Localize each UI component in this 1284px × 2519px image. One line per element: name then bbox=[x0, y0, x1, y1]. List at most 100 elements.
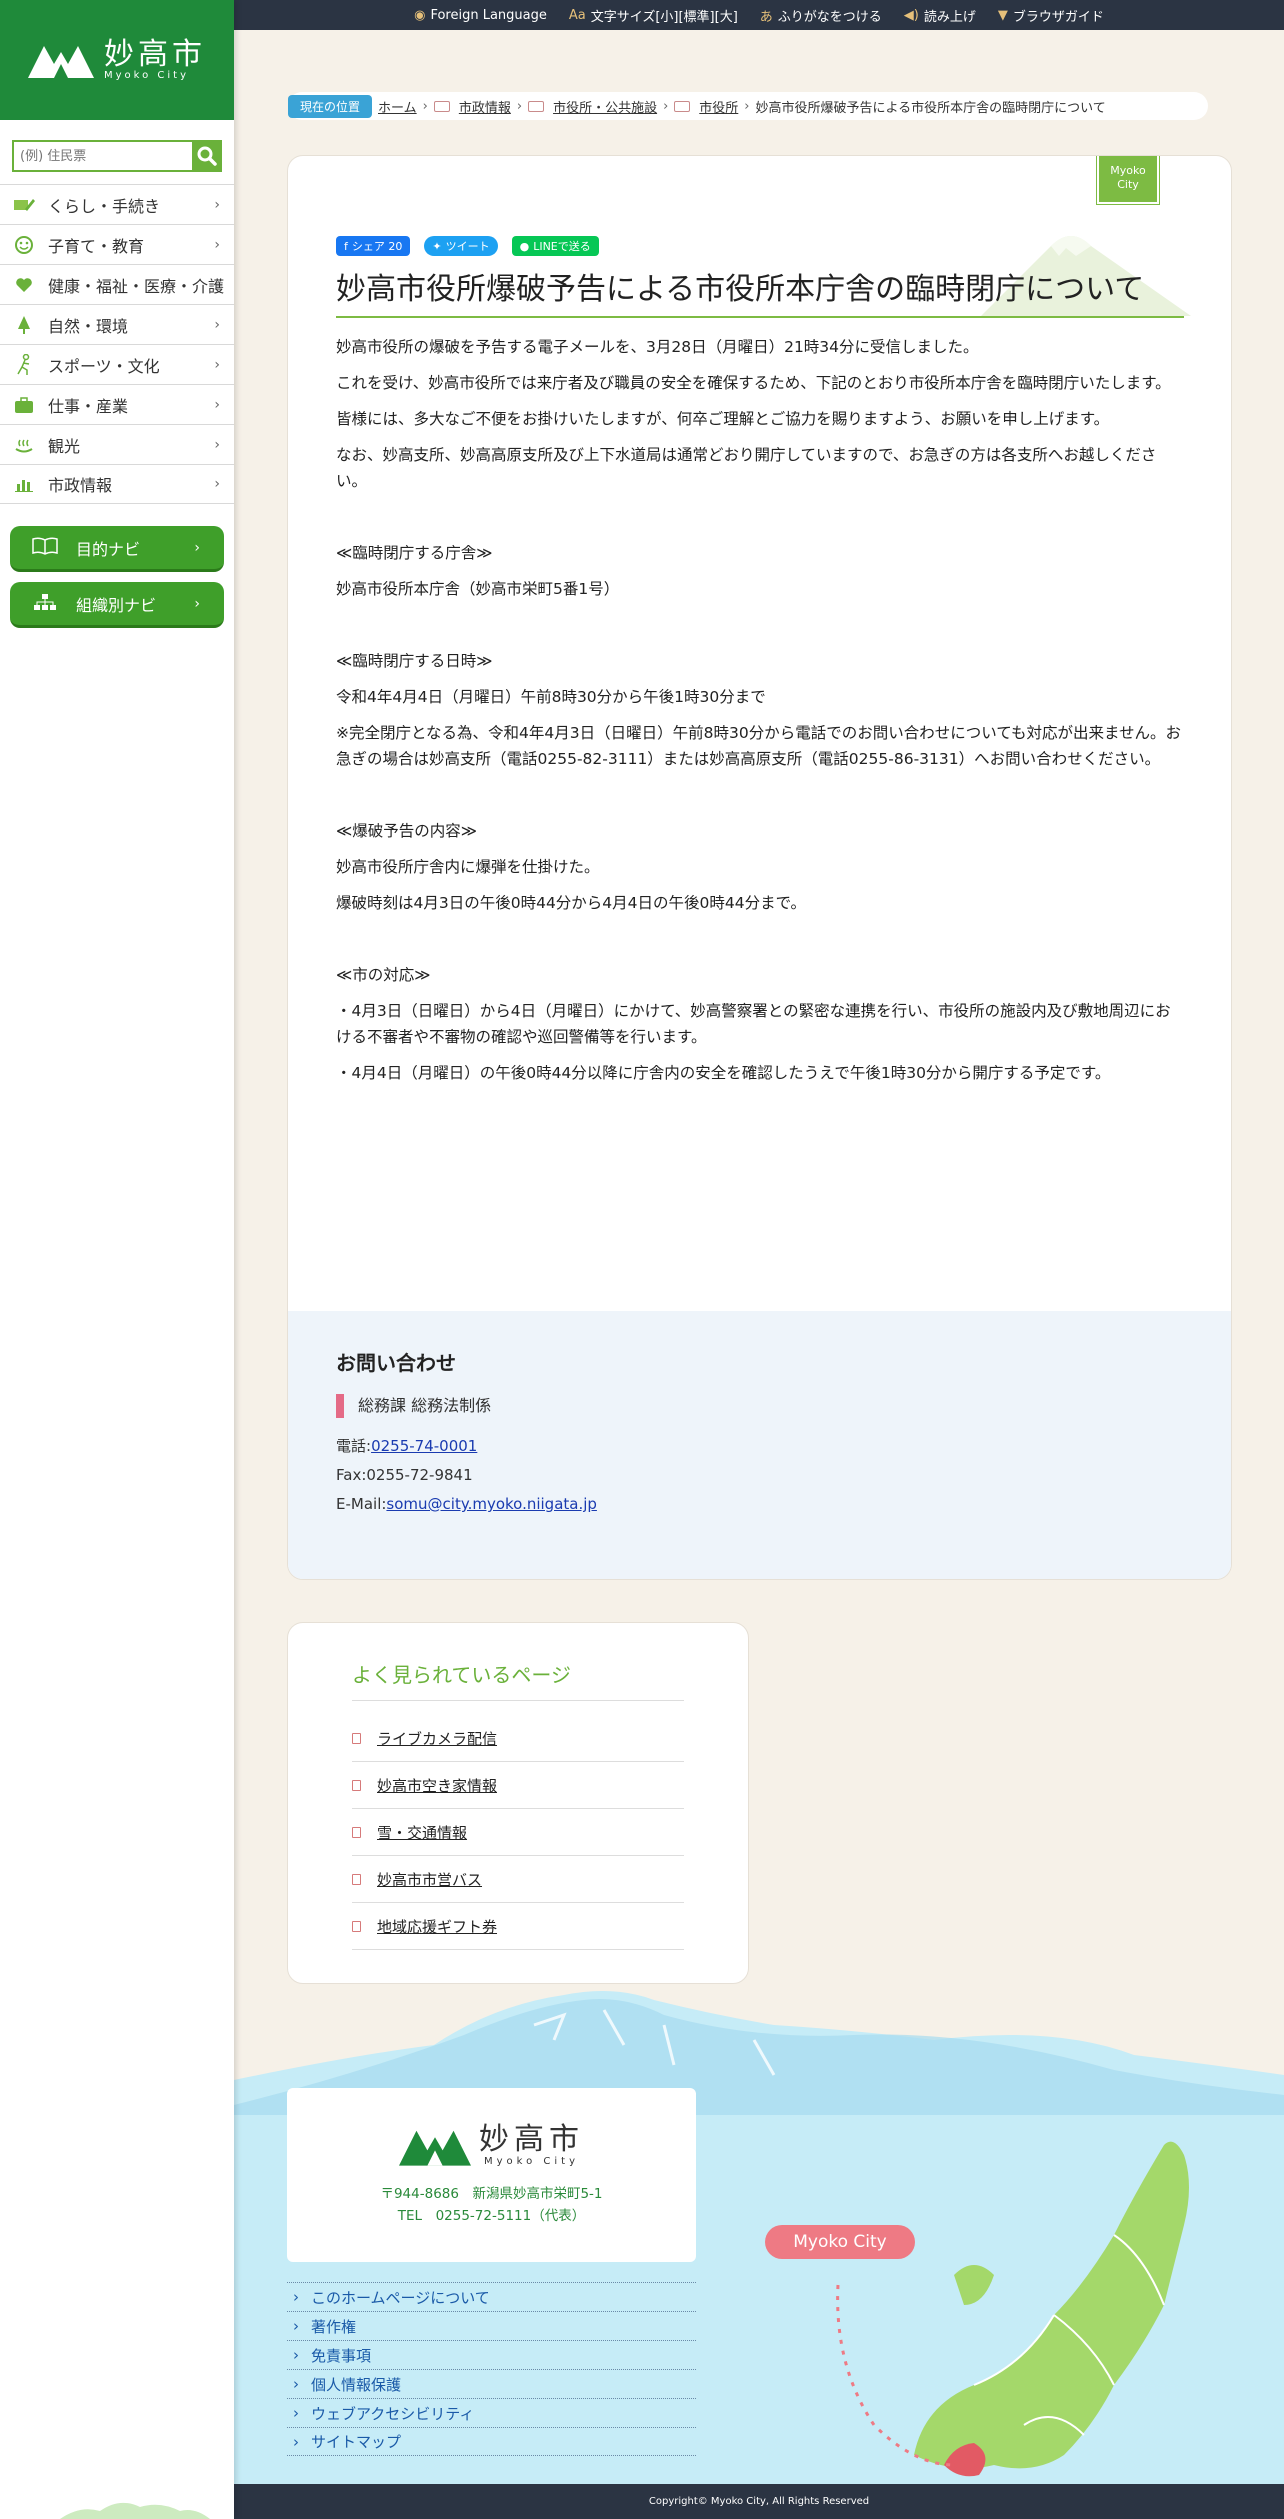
browser-guide-link[interactable]: ▼ ブラウザガイド bbox=[998, 6, 1104, 25]
chevron-right-icon: › bbox=[293, 2404, 299, 2422]
chevron-right-icon: › bbox=[293, 2432, 299, 2451]
sidebar-item-label: スポーツ・文化 bbox=[48, 356, 160, 376]
sidebar-item-label: くらし・手続き bbox=[48, 196, 161, 216]
chevron-right-icon: › bbox=[293, 2317, 299, 2335]
popular-link[interactable]: 妙高市市営バス bbox=[377, 1869, 482, 1890]
popular-link[interactable]: 雪・交通情報 bbox=[377, 1822, 467, 1843]
footer-link-privacy[interactable]: › 個人情報保護 bbox=[287, 2369, 696, 2398]
pencil-icon bbox=[12, 193, 36, 217]
footer-link-disclaimer[interactable]: › 免責事項 bbox=[287, 2340, 696, 2369]
font-size-label: 文字サイズ[小][標準][大] bbox=[590, 9, 738, 25]
footer-link-label: サイトマップ bbox=[311, 2433, 402, 2451]
furigana-link[interactable]: あふりがなをつける bbox=[760, 6, 882, 25]
article-paragraph: 爆破時刻は4月3日の午後0時44分から4月4日の午後0時44分まで。 bbox=[336, 894, 806, 912]
category-nav: くらし・手続き › 子育て・教育 › 健康・福祉・医療・介護 自然・環境 › スポーツ… bbox=[0, 184, 234, 504]
breadcrumb-city-info[interactable]: 市政情報 bbox=[459, 97, 511, 116]
contact-department: 総務課 総務法制係 bbox=[336, 1394, 1183, 1418]
mountain-logo-icon bbox=[399, 2130, 471, 2166]
org-navi-button[interactable]: 組織別ナビ › bbox=[10, 582, 224, 628]
chevron-right-icon: › bbox=[194, 539, 200, 556]
running-person-icon bbox=[12, 353, 36, 377]
chevron-right-icon: › bbox=[214, 436, 220, 453]
article-paragraph: ・4月4日（月曜日）の午後0時44分以降に庁舎内の安全を確認したうえで午後1時3… bbox=[336, 1064, 1111, 1082]
sidebar-item-work[interactable]: 仕事・産業 › bbox=[0, 384, 234, 424]
article-paragraph: 妙高市役所本庁舎（妙高市栄町5番1号） bbox=[336, 580, 620, 598]
breadcrumb-home[interactable]: ホーム bbox=[378, 97, 417, 116]
page-title: 妙高市役所爆破予告による市役所本庁舎の臨時閉庁について bbox=[336, 270, 1184, 318]
facebook-share-button[interactable]: f シェア 20 bbox=[336, 236, 411, 256]
facebook-share-label: シェア 20 bbox=[351, 240, 403, 253]
sidebar-item-nature[interactable]: 自然・環境 › bbox=[0, 304, 234, 344]
breadcrumb-separator: › bbox=[422, 98, 428, 114]
popular-link[interactable]: 地域応援ギフト券 bbox=[377, 1916, 497, 1937]
sidebar-item-tourism[interactable]: 観光 › bbox=[0, 424, 234, 464]
purpose-navi-button[interactable]: 目的ナビ › bbox=[10, 526, 224, 572]
tel-label: 電話: bbox=[336, 1437, 372, 1455]
sidebar-item-label: 仕事・産業 bbox=[48, 396, 129, 416]
footer-logo[interactable]: 妙高市 Myoko City bbox=[287, 2124, 696, 2167]
twitter-bird-icon: ✦ bbox=[432, 239, 442, 253]
chevron-right-icon: › bbox=[293, 2375, 299, 2393]
chevron-right-icon: › bbox=[214, 316, 220, 333]
sidebar-item-label: 市政情報 bbox=[48, 476, 113, 495]
chevron-right-icon: › bbox=[214, 476, 220, 492]
contact-tel-link[interactable]: 0255-74-0001 bbox=[371, 1437, 477, 1455]
speaker-icon: ◀) bbox=[903, 7, 919, 23]
badge-line1: Myoko bbox=[1110, 164, 1146, 177]
sidebar-item-sports[interactable]: スポーツ・文化 › bbox=[0, 344, 234, 384]
section-heading-response: ≪市の対応≫ bbox=[336, 966, 431, 984]
footer-link-accessibility[interactable]: › ウェブアクセシビリティ bbox=[287, 2398, 696, 2427]
search-box bbox=[12, 140, 222, 172]
footer-logo-roman: Myoko City bbox=[484, 2156, 579, 2167]
section-heading-office: ≪臨時閉庁する庁舎≫ bbox=[336, 544, 493, 562]
purpose-navi-label: 目的ナビ bbox=[76, 539, 141, 559]
badge-line2: City bbox=[1117, 178, 1139, 191]
briefcase-icon bbox=[12, 393, 36, 417]
email-label: E-Mail: bbox=[336, 1495, 387, 1513]
sidebar-item-health[interactable]: 健康・福祉・医療・介護 bbox=[0, 264, 234, 304]
chevron-right-icon: › bbox=[214, 396, 220, 413]
heart-icon bbox=[12, 273, 36, 297]
read-aloud-link[interactable]: ◀) 読み上げ bbox=[904, 6, 976, 25]
sidebar-item-city-info[interactable]: 市政情報 › bbox=[0, 464, 234, 504]
site-logo[interactable]: 妙高市 Myoko City bbox=[0, 0, 234, 120]
foreign-language-link[interactable]: ◉ Foreign Language bbox=[414, 8, 547, 23]
footer-link-copyright[interactable]: › 著作権 bbox=[287, 2311, 696, 2340]
section-heading-date: ≪臨時閉庁する日時≫ bbox=[336, 652, 493, 670]
footer-link-sitemap[interactable]: › サイトマップ bbox=[287, 2427, 696, 2456]
search-input[interactable] bbox=[12, 140, 192, 172]
popular-heading: よく見られているページ bbox=[352, 1659, 684, 1701]
list-item: 地域応援ギフト券 bbox=[352, 1903, 684, 1950]
bar-chart-icon bbox=[12, 472, 36, 496]
line-share-button[interactable]: ● LINEで送る bbox=[511, 236, 599, 256]
myoko-city-badge: Myoko City bbox=[1096, 156, 1160, 205]
popular-link[interactable]: 妙高市空き家情報 bbox=[377, 1775, 497, 1796]
section-heading-content: ≪爆破予告の内容≫ bbox=[336, 822, 477, 840]
article-body: 妙高市役所の爆破を予告する電子メールを、3月28日（月曜日）21時34分に受信し… bbox=[336, 334, 1184, 1096]
org-navi-label: 組織別ナビ bbox=[76, 595, 157, 615]
sidebar-mountain-deco bbox=[60, 2502, 210, 2519]
site-logo-kanji: 妙高市 bbox=[104, 36, 206, 72]
map-location-label: Myoko City bbox=[765, 2225, 915, 2259]
breadcrumb-separator: › bbox=[744, 98, 750, 114]
article-paragraph: これを受け、妙高市役所では来庁者及び職員の安全を確保するため、下記のとおり市役所… bbox=[336, 374, 1171, 392]
chevron-right-icon: › bbox=[293, 2288, 299, 2306]
footer-link-label: 著作権 bbox=[311, 2317, 357, 2336]
popular-link[interactable]: ライブカメラ配信 bbox=[377, 1728, 497, 1749]
contact-email-link[interactable]: somu@city.myoko.niigata.jp bbox=[386, 1495, 597, 1513]
line-share-label: LINEで送る bbox=[533, 240, 591, 253]
footer-info-card: 妙高市 Myoko City 〒944-8686 新潟県妙高市栄町5-1 TEL … bbox=[287, 2088, 696, 2262]
sidebar-item-childcare[interactable]: 子育て・教育 › bbox=[0, 224, 234, 264]
breadcrumb-facilities[interactable]: 市役所・公共施設 bbox=[553, 97, 657, 116]
footer-link-about[interactable]: › このホームページについて bbox=[287, 2282, 696, 2311]
document-icon bbox=[352, 1732, 361, 1744]
facebook-icon: f bbox=[344, 239, 348, 253]
breadcrumb-current: 妙高市役所爆破予告による市役所本庁舎の臨時閉庁について bbox=[755, 100, 1106, 116]
font-size-control[interactable]: Aa 文字サイズ[小][標準][大] bbox=[569, 6, 738, 25]
article-paragraph: 皆様には、多大なご不便をお掛けいたしますが、何卒ご理解とご協力を賜りますよう、お… bbox=[336, 410, 1110, 428]
search-button[interactable] bbox=[192, 140, 222, 172]
breadcrumb-city-hall[interactable]: 市役所 bbox=[699, 97, 738, 116]
twitter-tweet-button[interactable]: ✦ ツイート bbox=[424, 236, 498, 256]
sidebar-item-label: 健康・福祉・医療・介護 bbox=[48, 276, 225, 296]
sidebar-item-life[interactable]: くらし・手続き › bbox=[0, 184, 234, 224]
